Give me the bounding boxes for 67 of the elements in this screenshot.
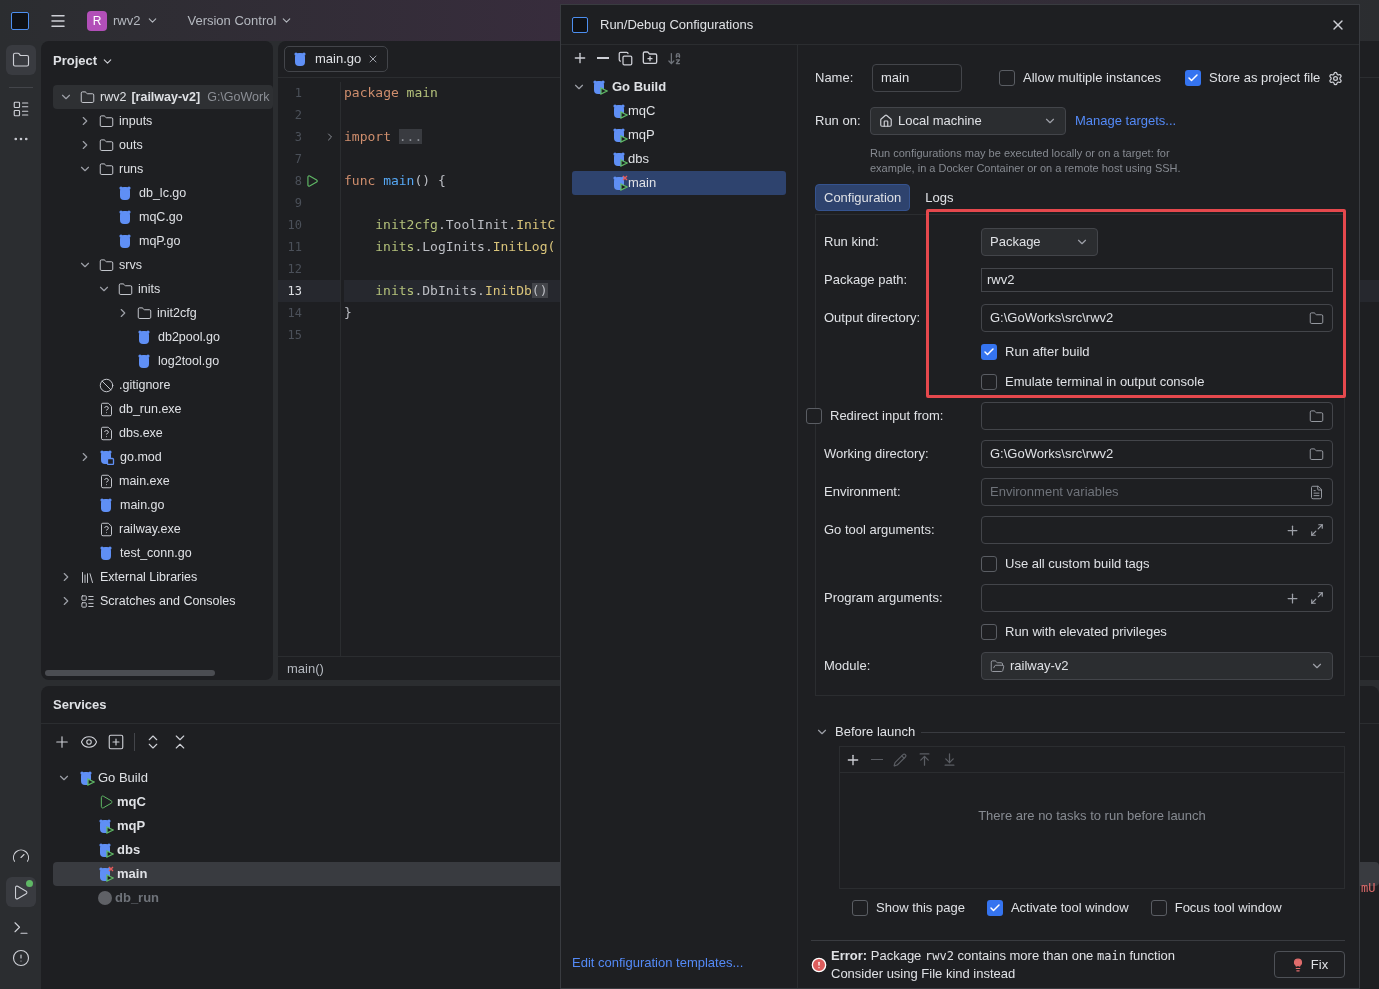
file-name: srvs bbox=[119, 256, 142, 274]
file-name: runs bbox=[119, 160, 144, 178]
service-name: dbs bbox=[117, 841, 141, 860]
checkbox-label: Activate tool window bbox=[1010, 899, 1129, 918]
file-name: inits bbox=[138, 280, 161, 298]
service-name: db_run bbox=[115, 889, 160, 908]
file-name: mqP.go bbox=[139, 232, 181, 250]
service-name: main bbox=[117, 865, 148, 884]
file-name: dbs.exe bbox=[119, 424, 163, 442]
file-name: go.mod bbox=[120, 448, 162, 466]
project-path: G:\GoWork bbox=[207, 88, 270, 106]
project-badge: R bbox=[87, 10, 107, 31]
code-line: package main bbox=[344, 84, 438, 103]
service-name: mqP bbox=[117, 817, 146, 836]
file-name: init2cfg bbox=[157, 304, 197, 322]
field-label: Environment: bbox=[824, 483, 902, 502]
file-name: railway.exe bbox=[119, 520, 181, 538]
field-label: Run kind: bbox=[824, 233, 880, 252]
file-name: test_conn.go bbox=[120, 544, 192, 562]
service-name: Go Build bbox=[98, 769, 148, 788]
checkbox-label: Store as project file bbox=[1209, 69, 1321, 88]
checkbox-label: Run with elevated privileges bbox=[1005, 623, 1167, 642]
file-name: log2tool.go bbox=[158, 352, 220, 370]
file-name: outs bbox=[119, 136, 143, 154]
code-text: mU bbox=[1361, 880, 1376, 897]
field-label: Run on: bbox=[815, 112, 862, 131]
error-message: Error: Package rwv2 contains more than one main function bbox=[831, 947, 1175, 965]
file-name: main.go bbox=[120, 496, 165, 514]
dialog-title: Run/Debug Configurations bbox=[600, 15, 754, 34]
field-label: Output directory: bbox=[824, 309, 922, 328]
code-line: } bbox=[344, 304, 352, 323]
field-label: Module: bbox=[824, 657, 872, 676]
field-label: Package path: bbox=[824, 271, 909, 290]
field-label: Name: bbox=[815, 69, 855, 88]
file-name: inputs bbox=[119, 112, 153, 130]
checkbox-label: Show this page bbox=[876, 899, 965, 918]
field-label: Program arguments: bbox=[824, 589, 944, 608]
file-name: main.exe bbox=[119, 472, 170, 490]
field-label: Go tool arguments: bbox=[824, 521, 936, 540]
panel-title: Services bbox=[53, 695, 107, 714]
checkbox-label: Emulate terminal in output console bbox=[1005, 373, 1205, 392]
checkbox-label: Focus tool window bbox=[1174, 899, 1282, 918]
code-line: import ... bbox=[344, 128, 423, 147]
checkbox-label: Allow multiple instances bbox=[1023, 69, 1161, 88]
file-name: db2pool.go bbox=[158, 328, 220, 346]
checkbox-label: Redirect input from: bbox=[830, 407, 944, 426]
line-number: 13 bbox=[286, 283, 302, 300]
file-name: db_lc.go bbox=[139, 184, 187, 202]
service-name: mqC bbox=[117, 793, 146, 812]
run-on-hint: Run configurations may be executed locally or on a target: for example, in a Docker Container or on a remote host using SSH. bbox=[870, 146, 1182, 176]
checkbox-label: Run after build bbox=[1005, 343, 1090, 362]
file-name: rwv2 bbox=[100, 88, 127, 106]
file-name: .gitignore bbox=[119, 376, 171, 394]
file-name: db_run.exe bbox=[119, 400, 182, 418]
section-title: Before launch bbox=[835, 723, 916, 742]
file-name: Scratches and Consoles bbox=[100, 592, 236, 610]
code-line: func main() { bbox=[344, 172, 446, 191]
field-label: Working directory: bbox=[824, 445, 930, 464]
code-line: inits.DbInits.InitDb() bbox=[374, 282, 548, 301]
code-line: inits.LogInits.InitLog( bbox=[374, 238, 556, 257]
code-line: init2cfg.ToolInit.InitC bbox=[374, 216, 556, 235]
checkbox-label: Use all custom build tags bbox=[1005, 555, 1150, 574]
file-name: External Libraries bbox=[100, 568, 198, 586]
module-name: [railway-v2] bbox=[131, 88, 201, 106]
error-hint: Consider using File kind instead bbox=[831, 965, 1017, 982]
file-name: mqC.go bbox=[139, 208, 183, 226]
empty-message: There are no tasks to run before launch bbox=[978, 806, 1206, 825]
